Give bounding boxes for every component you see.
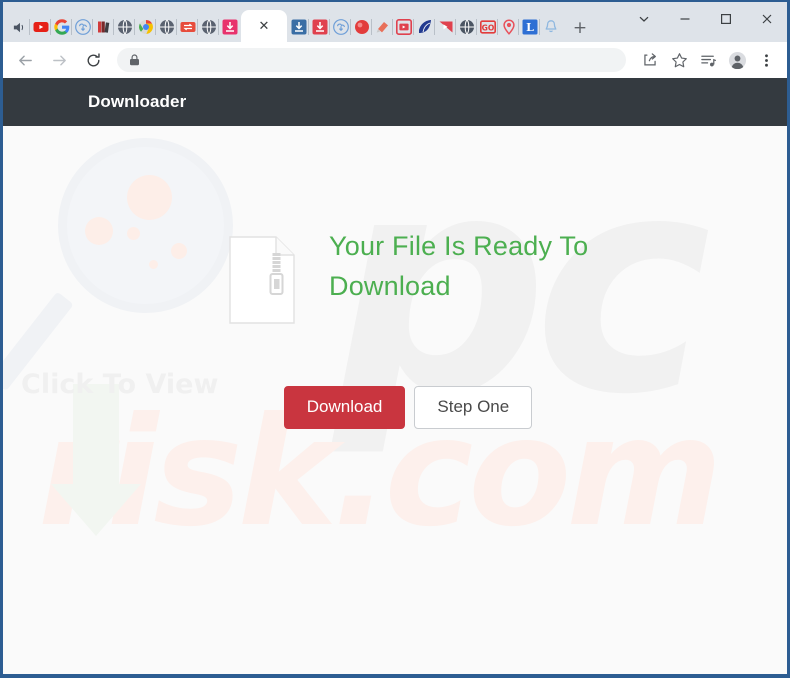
back-button[interactable]	[11, 46, 39, 74]
download-pink-icon	[222, 19, 237, 35]
bell-icon	[545, 20, 556, 33]
minimize-icon	[680, 18, 689, 20]
tab-strip: ✕ GO L +	[3, 2, 787, 42]
close-icon[interactable]: ✕	[259, 20, 270, 33]
step-one-button[interactable]: Step One	[414, 386, 533, 429]
page-viewport: Downloader pc risk.com Click To View You…	[3, 78, 787, 674]
play-red-icon	[439, 21, 452, 33]
share-button[interactable]	[637, 47, 663, 73]
tab-play-red[interactable]	[435, 12, 456, 42]
forward-arrow-icon	[52, 55, 66, 65]
svg-text:GO: GO	[481, 23, 494, 32]
star-icon	[671, 52, 687, 67]
video-red-icon	[395, 19, 412, 35]
pinned-tab-google[interactable]	[51, 12, 72, 42]
reading-list-icon	[700, 55, 716, 66]
tab-cloud-download-2[interactable]	[330, 12, 351, 42]
close-button[interactable]	[746, 2, 787, 36]
arrow-head	[51, 484, 141, 536]
tab-video-red[interactable]	[393, 12, 414, 42]
tab-location-pin[interactable]	[498, 12, 519, 42]
globe-dark-icon	[201, 19, 216, 35]
globe-dark-icon	[117, 19, 132, 35]
bookmark-button[interactable]	[666, 47, 692, 73]
swap-icon	[180, 22, 195, 32]
profile-button[interactable]	[724, 47, 750, 73]
youtube-icon	[33, 22, 48, 32]
download-button[interactable]: Download	[283, 386, 406, 429]
cloud-download-icon	[74, 19, 91, 35]
window-controls	[623, 2, 787, 36]
maximize-icon	[720, 14, 731, 25]
close-icon	[762, 14, 771, 24]
hero-row: Your File Is Ready To Download	[3, 226, 787, 324]
reading-list-button[interactable]	[695, 47, 721, 73]
pinned-tab-youtube[interactable]	[30, 12, 51, 42]
blue-leaf-icon	[418, 20, 431, 33]
zip-file-icon	[229, 236, 295, 324]
address-bar[interactable]	[117, 48, 626, 72]
pinned-tab-chrome[interactable]	[135, 12, 156, 42]
tab-globe-4[interactable]	[456, 12, 477, 42]
maximize-button[interactable]	[705, 2, 746, 36]
reload-button[interactable]	[79, 46, 107, 74]
download-blue-icon	[291, 19, 306, 35]
globe-dark-icon	[159, 19, 174, 35]
pinned-tab-globe-3[interactable]	[198, 12, 219, 42]
pinned-tab-swap[interactable]	[177, 12, 198, 42]
reload-icon	[87, 52, 100, 66]
minimize-button[interactable]	[664, 2, 705, 36]
new-tab-button[interactable]: +	[567, 14, 593, 42]
tab-record-red[interactable]	[351, 12, 372, 42]
download-red-icon	[312, 19, 327, 35]
page-title: Your File Is Ready To Download	[329, 231, 589, 301]
browser-window: ✕ GO L + Downloader pc risk.com Click To…	[3, 2, 787, 674]
browser-toolbar	[3, 42, 787, 78]
tab-paint[interactable]	[372, 12, 393, 42]
chrome-icon	[138, 20, 153, 34]
menu-button[interactable]	[753, 47, 779, 73]
tab-letter-l[interactable]: L	[519, 12, 540, 42]
pinned-tab-globe-1[interactable]	[114, 12, 135, 42]
globe-dark-icon	[459, 19, 474, 35]
tab-go[interactable]: GO	[477, 12, 498, 42]
lock-icon	[130, 54, 139, 66]
pinned-tab-cloud-download[interactable]	[72, 12, 93, 42]
tab-download-red[interactable]	[309, 12, 330, 42]
tab-blue-leaf[interactable]	[414, 12, 435, 42]
letter-l-icon: L	[522, 19, 537, 35]
avatar-icon	[728, 51, 746, 69]
pinned-tab-books[interactable]	[93, 12, 114, 42]
pinned-tab-speaker[interactable]	[9, 12, 30, 42]
paint-icon	[376, 22, 388, 33]
forward-button[interactable]	[45, 46, 73, 74]
speaker-icon	[13, 22, 24, 32]
pinned-tab-download-pink[interactable]	[219, 12, 240, 42]
back-arrow-icon	[18, 55, 32, 65]
chevron-down-icon	[639, 16, 648, 22]
record-red-icon	[354, 20, 369, 34]
google-icon	[53, 19, 69, 35]
share-icon	[644, 53, 656, 66]
go-icon: GO	[479, 20, 496, 34]
tab-bell[interactable]	[540, 12, 561, 42]
active-tab[interactable]: ✕	[241, 10, 287, 42]
page-body: pc risk.com Click To View Your File Is R…	[3, 126, 787, 674]
screenshot-root: ✕ GO L + Downloader pc risk.com Click To…	[0, 0, 790, 678]
main-content: Your File Is Ready To Download Download …	[3, 126, 787, 429]
books-icon	[97, 21, 109, 33]
tab-search-button[interactable]	[623, 2, 664, 36]
toolbar-actions	[634, 47, 779, 73]
site-brand[interactable]: Downloader	[88, 92, 186, 112]
three-dots-icon	[764, 53, 768, 67]
button-row: Download Step One	[3, 386, 787, 429]
location-pin-icon	[502, 19, 515, 35]
cloud-download-icon	[332, 19, 349, 35]
pinned-tab-globe-2[interactable]	[156, 12, 177, 42]
svg-text:L: L	[526, 21, 534, 34]
tab-download-blue[interactable]	[288, 12, 309, 42]
site-header: Downloader	[3, 78, 787, 126]
